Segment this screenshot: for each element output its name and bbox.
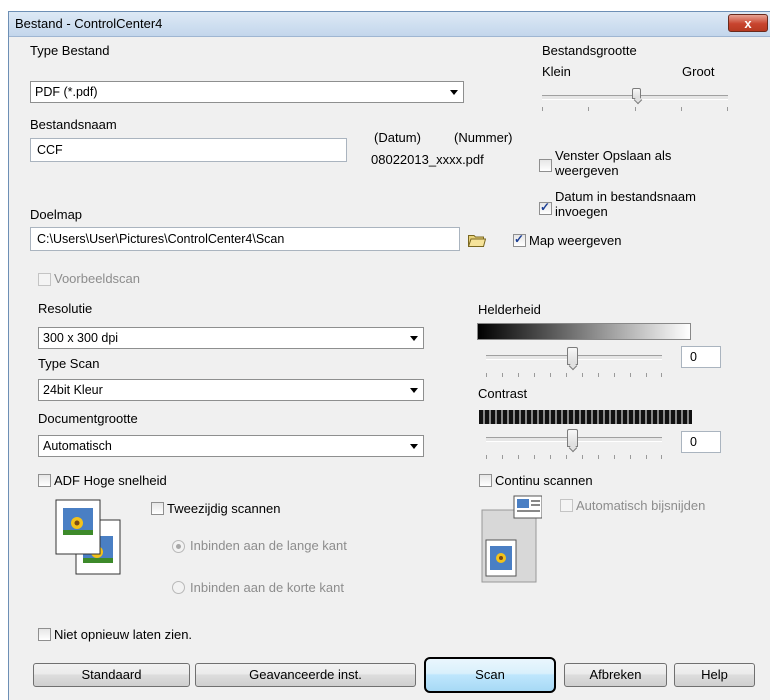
brightness-slider-ticks [486, 373, 662, 377]
contrast-slider-ticks [486, 455, 662, 459]
auto-crop-icon [481, 495, 542, 583]
adf-high-speed-label: ADF Hoge snelheid [54, 473, 167, 488]
window-title: Bestand - ControlCenter4 [15, 16, 163, 31]
chevron-down-icon [410, 388, 418, 393]
preview-scan-label: Voorbeeldscan [54, 271, 141, 286]
contrast-slider-thumb[interactable] [567, 429, 578, 447]
file-name-input[interactable]: CCF [30, 138, 347, 162]
date-in-filename-label-1: Datum in bestandsnaam [555, 189, 696, 204]
scan-type-select[interactable]: 24bit Kleur [38, 379, 424, 401]
duplex-scan-label: Tweezijdig scannen [167, 501, 281, 516]
long-edge-label: Inbinden aan de lange kant [190, 538, 347, 553]
destination-input[interactable]: C:\Users\User\Pictures\ControlCenter4\Sc… [30, 227, 460, 251]
folder-icon[interactable] [468, 234, 486, 247]
save-as-window-label-2: weergeven [555, 163, 619, 178]
dialog-window: Bestand - ControlCenter4 x Type Bestand … [8, 11, 770, 700]
date-label: (Datum) [374, 130, 421, 145]
long-edge-radio [172, 540, 185, 553]
file-size-slider-ticks [542, 107, 728, 111]
date-in-filename-checkbox[interactable] [539, 200, 552, 215]
show-folder-checkbox[interactable] [513, 232, 526, 247]
chevron-down-icon [450, 90, 458, 95]
resolution-value: 300 x 300 dpi [43, 331, 119, 345]
help-button[interactable]: Help [674, 663, 755, 687]
dont-show-again-checkbox[interactable] [38, 628, 51, 641]
save-as-window-label-1: Venster Opslaan als [555, 148, 672, 163]
advanced-settings-button[interactable]: Geavanceerde inst. [195, 663, 416, 687]
scan-button[interactable]: Scan [424, 657, 556, 693]
brightness-value-input[interactable]: 0 [681, 346, 721, 368]
scan-type-label: Type Scan [38, 356, 100, 371]
auto-crop-label: Automatisch bijsnijden [576, 498, 706, 513]
chevron-down-icon [410, 336, 418, 341]
continuous-scan-checkbox[interactable] [479, 474, 492, 487]
dialog-content: Type Bestand PDF (*.pdf) Bestandsgrootte… [9, 37, 770, 700]
contrast-label: Contrast [478, 386, 528, 401]
file-type-label: Type Bestand [30, 43, 110, 58]
preview-scan-checkbox [38, 273, 51, 286]
title-bar[interactable]: Bestand - ControlCenter4 x [9, 12, 770, 37]
save-as-window-checkbox[interactable] [539, 159, 552, 172]
file-type-value: PDF (*.pdf) [35, 85, 98, 99]
file-name-example: 08022013_xxxx.pdf [371, 152, 484, 167]
destination-label: Doelmap [30, 207, 83, 222]
file-size-label: Bestandsgrootte [542, 43, 637, 58]
file-size-slider-thumb[interactable] [632, 88, 641, 99]
document-size-value: Automatisch [43, 439, 112, 453]
short-edge-radio [172, 581, 185, 594]
dont-show-again-label: Niet opnieuw laten zien. [54, 627, 193, 642]
duplex-pages-icon [55, 499, 121, 575]
resolution-label: Resolutie [38, 301, 93, 316]
brightness-slider-thumb[interactable] [567, 347, 578, 365]
auto-crop-checkbox [560, 499, 573, 512]
file-size-min-label: Klein [542, 64, 571, 79]
continuous-scan-label: Continu scannen [495, 473, 593, 488]
file-name-label: Bestandsnaam [30, 117, 117, 132]
date-in-filename-label-2: invoegen [555, 204, 608, 219]
close-button[interactable]: x [728, 14, 768, 32]
duplex-scan-checkbox[interactable] [151, 502, 164, 515]
cancel-button[interactable]: Afbreken [564, 663, 667, 687]
file-type-select[interactable]: PDF (*.pdf) [30, 81, 464, 103]
short-edge-label: Inbinden aan de korte kant [190, 580, 344, 595]
file-size-max-label: Groot [682, 64, 715, 79]
chevron-down-icon [410, 444, 418, 449]
brightness-label: Helderheid [478, 302, 541, 317]
number-label: (Nummer) [454, 130, 513, 145]
default-settings-button[interactable]: Standaard [33, 663, 190, 687]
adf-high-speed-checkbox[interactable] [38, 474, 51, 487]
contrast-pattern [479, 410, 692, 424]
resolution-select[interactable]: 300 x 300 dpi [38, 327, 424, 349]
brightness-gradient [477, 323, 691, 340]
document-size-select[interactable]: Automatisch [38, 435, 424, 457]
document-size-label: Documentgrootte [38, 411, 138, 426]
contrast-value-input[interactable]: 0 [681, 431, 721, 453]
scan-type-value: 24bit Kleur [43, 383, 103, 397]
show-folder-label: Map weergeven [529, 233, 622, 248]
